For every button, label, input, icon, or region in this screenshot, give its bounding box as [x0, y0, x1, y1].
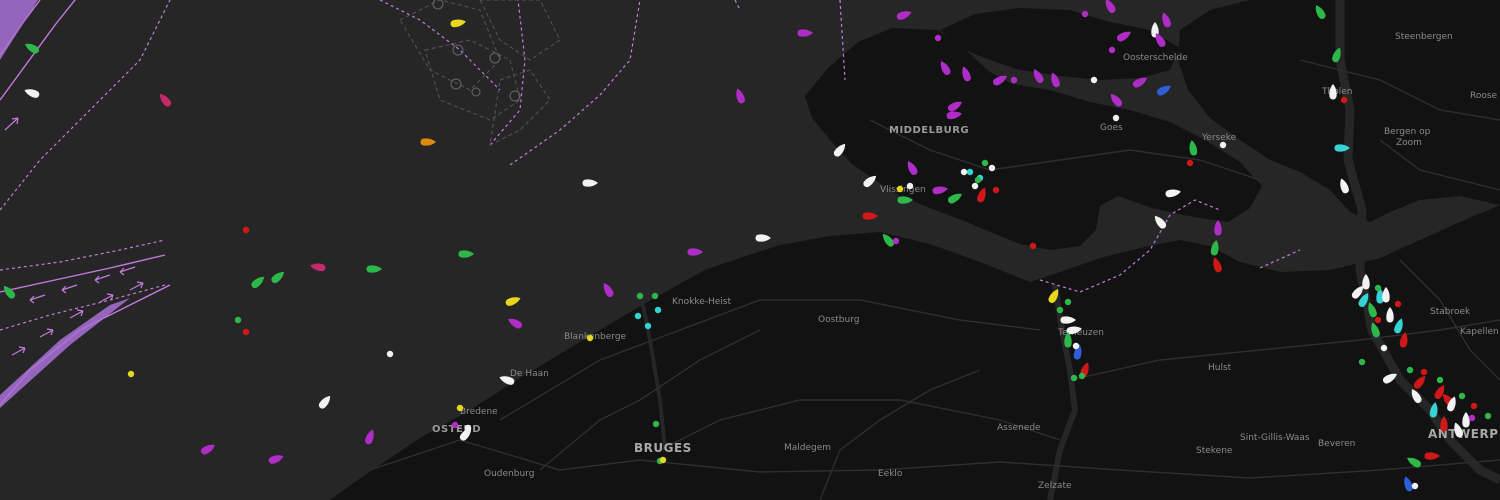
vessel-marker-stationary[interactable] — [456, 404, 464, 412]
place-label: Eeklo — [878, 469, 903, 479]
vessel-marker-stationary[interactable] — [1029, 242, 1037, 250]
vessel-marker-stationary[interactable] — [586, 334, 594, 342]
place-label: Stekene — [1196, 446, 1233, 456]
vessel-marker-stationary[interactable] — [1420, 368, 1428, 376]
vessel-marker-stationary[interactable] — [1064, 298, 1072, 306]
vessel-marker-stationary[interactable] — [1358, 358, 1366, 366]
vessel-marker-stationary[interactable] — [1470, 402, 1478, 410]
vessel-marker-stationary[interactable] — [127, 370, 135, 378]
place-label: Oosterschelde — [1123, 53, 1188, 63]
vessel-marker-stationary[interactable] — [242, 328, 250, 336]
place-label: BRUGES — [634, 441, 692, 455]
vessel-marker-stationary[interactable] — [651, 292, 659, 300]
place-label: Bredene — [460, 407, 498, 417]
map-canvas[interactable]: Steenbergen Tholen Roose Oosterschelde M… — [0, 0, 1500, 500]
place-label: Oudenburg — [484, 469, 534, 479]
vessel-marker-stationary[interactable] — [992, 186, 1000, 194]
vessel-marker-stationary[interactable] — [652, 420, 660, 428]
place-label: Zelzate — [1038, 481, 1072, 491]
place-label: ANTWERP — [1428, 427, 1498, 441]
vessel-marker-stationary[interactable] — [636, 292, 644, 300]
vessel-marker-stationary[interactable] — [1072, 342, 1080, 350]
vessel-marker-stationary[interactable] — [386, 350, 394, 358]
place-label: Maldegem — [784, 443, 831, 453]
vessel-marker-stationary[interactable] — [644, 322, 652, 330]
vessel-marker-stationary[interactable] — [634, 312, 642, 320]
place-label: Hulst — [1208, 363, 1232, 373]
vessel-marker-stationary[interactable] — [1458, 392, 1466, 400]
vessel-marker-stationary[interactable] — [1374, 284, 1382, 292]
vessel-marker-stationary[interactable] — [1411, 482, 1419, 490]
place-label: Kapellen — [1460, 327, 1499, 337]
place-label: Sint-Gillis-Waas — [1240, 433, 1310, 443]
place-label: Bergen op — [1384, 127, 1431, 137]
vessel-marker-stationary[interactable] — [242, 226, 250, 234]
place-label: Tholen — [1321, 87, 1352, 97]
vessel-marker-stationary[interactable] — [971, 182, 979, 190]
place-label: Steenbergen — [1395, 32, 1453, 42]
vessel-marker-stationary[interactable] — [1108, 46, 1116, 54]
vessel-marker-stationary[interactable] — [1468, 414, 1476, 422]
vessel-marker-stationary[interactable] — [896, 185, 904, 193]
place-label: Yerseke — [1201, 133, 1237, 143]
vessel-marker-stationary[interactable] — [892, 237, 900, 245]
place-label: MIDDELBURG — [889, 125, 969, 136]
vessel-marker-stationary[interactable] — [934, 34, 942, 42]
vessel-marker-stationary[interactable] — [966, 168, 974, 176]
place-label: Stabroek — [1430, 307, 1471, 317]
vessel-marker-stationary[interactable] — [1374, 316, 1382, 324]
vessel-marker-stationary[interactable] — [1010, 76, 1018, 84]
place-label: Zoom — [1396, 138, 1422, 148]
vessel-marker-stationary[interactable] — [1112, 114, 1120, 122]
place-label: Assenede — [997, 423, 1041, 433]
vessel-marker-stationary[interactable] — [1056, 306, 1064, 314]
vessel-marker-stationary[interactable] — [974, 176, 982, 184]
vessel-marker-stationary[interactable] — [960, 168, 968, 176]
place-label: Goes — [1100, 123, 1123, 133]
vessel-marker-stationary[interactable] — [1219, 141, 1227, 149]
vessel-marker-stationary[interactable] — [1340, 96, 1348, 104]
vessel-marker-stationary[interactable] — [659, 456, 667, 464]
vessel-marker-stationary[interactable] — [654, 306, 662, 314]
vessel-marker-stationary[interactable] — [1380, 344, 1388, 352]
vessel-marker-stationary[interactable] — [451, 421, 459, 429]
place-label: Oostburg — [818, 315, 859, 325]
place-label: Roose — [1470, 91, 1498, 101]
vessel-map[interactable]: Steenbergen Tholen Roose Oosterschelde M… — [0, 0, 1500, 500]
vessel-marker-stationary[interactable] — [906, 182, 914, 190]
vessel-marker-stationary[interactable] — [234, 316, 242, 324]
place-label: Knokke-Heist — [672, 297, 731, 307]
vessel-marker-stationary[interactable] — [1436, 376, 1444, 384]
vessel-marker-stationary[interactable] — [1070, 374, 1078, 382]
place-label: Beveren — [1318, 439, 1355, 449]
vessel-marker-stationary[interactable] — [1078, 372, 1086, 380]
vessel-marker-stationary[interactable] — [1394, 300, 1402, 308]
vessel-marker-stationary[interactable] — [1090, 76, 1098, 84]
vessel-marker-stationary[interactable] — [1484, 412, 1492, 420]
place-label: De Haan — [510, 369, 549, 379]
vessel-marker-stationary[interactable] — [1186, 159, 1194, 167]
vessel-marker-stationary[interactable] — [988, 164, 996, 172]
vessel-marker-stationary[interactable] — [1081, 10, 1089, 18]
vessel-marker-stationary[interactable] — [1406, 366, 1414, 374]
place-label: Blankenberge — [564, 332, 627, 342]
vessel-marker-stationary[interactable] — [981, 159, 989, 167]
